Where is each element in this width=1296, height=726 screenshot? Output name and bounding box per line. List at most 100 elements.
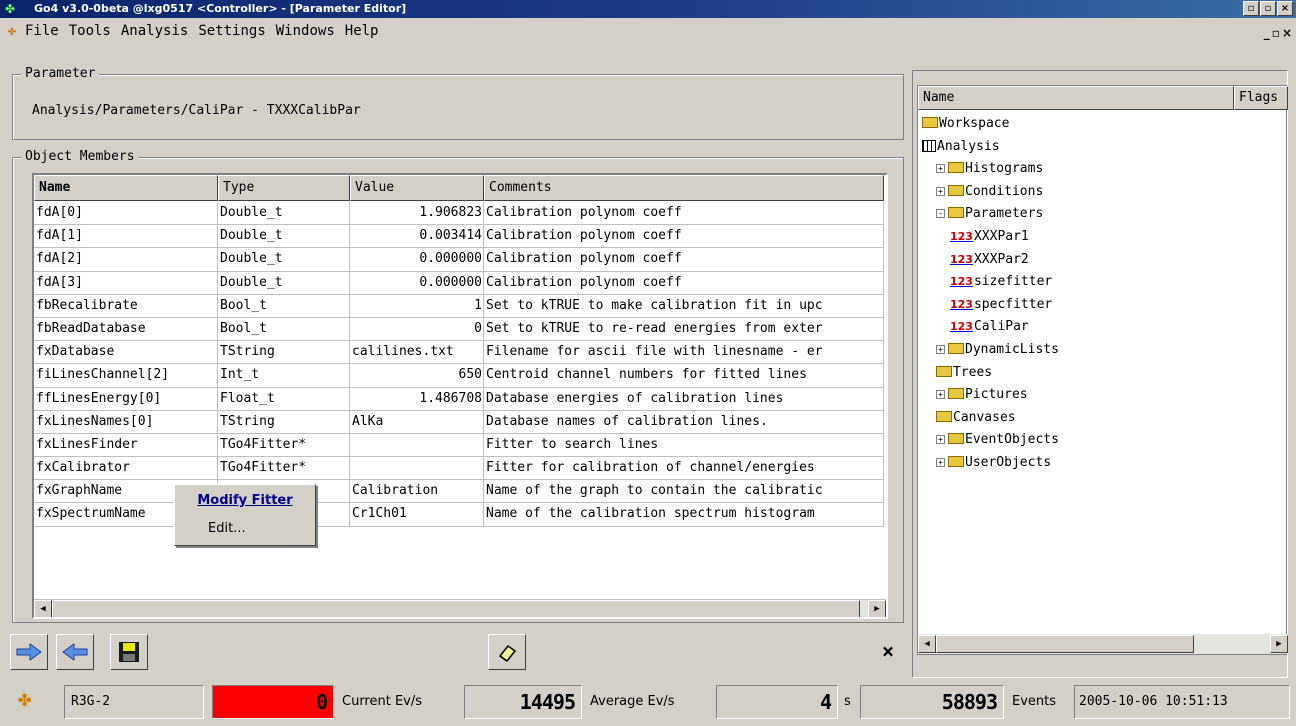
close-editor-icon[interactable]: × — [882, 636, 894, 666]
table-row[interactable]: fxLinesFinder TGo4Fitter* Fitter to search… — [34, 433, 884, 458]
minimize-button[interactable]: ▫ — [1243, 1, 1259, 16]
member-value-cell[interactable]: 1 — [350, 294, 484, 318]
member-value-cell[interactable] — [350, 457, 484, 481]
tree-scroll-thumb[interactable] — [936, 635, 1194, 653]
tree-item[interactable]: Workspace — [922, 113, 1009, 135]
table-row[interactable]: fbRecalibrate Bool_t 1 Set to kTRUE to make… — [34, 294, 884, 318]
expand-icon[interactable]: + — [936, 435, 945, 445]
datetime-field: 2005-10-06 10:51:13 — [1074, 685, 1290, 719]
seconds-label: s — [844, 694, 851, 709]
table-row[interactable]: fxLinesNames[0] TString AlKa Database names… — [34, 410, 884, 434]
table-row[interactable]: fbReadDatabase Bool_t 0 Set to kTRUE to re-… — [34, 317, 884, 342]
collapse-icon[interactable]: - — [936, 209, 945, 219]
table-row[interactable]: fxCalibrator TGo4Fitter* Fitter for calibr… — [34, 457, 884, 481]
tree-item[interactable]: + Conditions — [936, 181, 1043, 203]
col-type[interactable]: Type — [218, 175, 350, 201]
col-comments[interactable]: Comments — [484, 175, 884, 201]
table-row[interactable]: fdA[2] Double_t 0.000000 Calibration polyno… — [34, 248, 884, 272]
refresh-arrow-icon[interactable] — [56, 634, 94, 670]
tree-item[interactable]: 123specfitter — [950, 294, 1052, 316]
tree-item[interactable]: Canvases — [936, 407, 1016, 429]
object-browser: Name Flags Workspace Analysis + Histograms +… — [912, 70, 1288, 678]
tree-col-flags[interactable]: Flags — [1234, 86, 1288, 110]
mdi-close-button[interactable]: × — [1282, 22, 1292, 44]
go4-menu-icon[interactable]: ✤ — [8, 21, 16, 43]
col-value[interactable]: Value — [350, 175, 484, 201]
member-value-cell[interactable]: 0.000000 — [350, 248, 484, 272]
member-value-cell[interactable]: 650 — [350, 364, 484, 388]
scroll-thumb[interactable] — [52, 600, 860, 617]
clear-eraser-icon[interactable] — [488, 634, 526, 670]
table-row[interactable]: fdA[1] Double_t 0.003414 Calibration polyno… — [34, 225, 884, 249]
tree-item[interactable]: + EventObjects — [936, 429, 1059, 451]
close-window-button[interactable]: × — [1277, 1, 1293, 16]
member-value-cell[interactable] — [350, 433, 484, 458]
tree-col-name[interactable]: Name — [918, 86, 1234, 110]
menu-help[interactable]: Help — [345, 20, 379, 42]
tree-item[interactable]: - Parameters — [936, 203, 1043, 225]
table-row[interactable]: fxSpectrumNameTStringCr1Ch01Name of the … — [34, 503, 884, 527]
col-name[interactable]: Name — [34, 175, 218, 201]
menu-tools[interactable]: Tools — [69, 20, 111, 42]
menu-windows[interactable]: Windows — [276, 20, 335, 42]
member-value-cell[interactable]: AlKa — [350, 410, 484, 434]
parameter-name: Analysis/Parameters/CaliPar - TXXXCalibP… — [32, 103, 361, 118]
editor-toolbar: × — [8, 632, 906, 672]
events-count: 58893 — [860, 685, 1004, 719]
expand-icon[interactable]: + — [936, 458, 945, 467]
expand-icon[interactable]: + — [936, 186, 945, 196]
member-value-cell[interactable]: 1.906823 — [350, 202, 484, 226]
member-value-cell[interactable]: Calibration — [350, 480, 484, 504]
member-value-cell[interactable]: Cr1Ch01 — [350, 503, 484, 527]
tree-item[interactable]: 123sizefitter — [950, 271, 1052, 293]
menu-analysis[interactable]: Analysis — [121, 20, 188, 42]
table-row[interactable]: fdA[3] Double_t 0.000000 Calibration polyno… — [34, 271, 884, 295]
table-row[interactable]: ffLinesEnergy[0] Float_t 1.486708 Database … — [34, 387, 884, 411]
mdi-minimize-button[interactable]: _ — [1264, 22, 1270, 44]
apply-arrow-icon[interactable] — [10, 634, 48, 670]
member-value-cell[interactable]: 0.003414 — [350, 225, 484, 249]
horizontal-scrollbar[interactable]: ◀ ▶ — [34, 599, 886, 617]
tree-item[interactable]: + UserObjects — [936, 452, 1051, 474]
tree-item[interactable]: 123XXXPar2 — [950, 249, 1029, 271]
member-value-cell[interactable]: 0.000000 — [350, 271, 484, 295]
scroll-right-arrow[interactable]: ▶ — [868, 600, 886, 617]
tree-scroll-right-arrow[interactable]: ▶ — [1270, 635, 1288, 653]
member-comment-cell: Set to kTRUE to re-read energies from ex… — [484, 317, 884, 342]
expand-icon[interactable]: + — [936, 390, 945, 400]
table-header: Name Type Value Comments — [34, 175, 884, 201]
modify-fitter-menu-item[interactable]: Modify Fitter — [178, 489, 312, 513]
member-value-cell[interactable]: 1.486708 — [350, 387, 484, 411]
tree-item[interactable]: Trees — [936, 362, 992, 384]
tree-header: Name Flags — [918, 86, 1288, 110]
expand-icon[interactable]: + — [936, 345, 945, 354]
tree-item[interactable]: Analysis — [922, 136, 1000, 158]
table-row[interactable]: fxGraphNameTStringCalibrationName of the… — [34, 480, 884, 504]
member-name-cell: fbReadDatabase — [34, 317, 218, 342]
edit-menu-item[interactable]: Edit... — [178, 517, 312, 541]
folder-icon — [936, 365, 952, 377]
save-disk-icon[interactable] — [110, 634, 148, 670]
member-type-cell: TString — [218, 410, 350, 434]
scroll-left-arrow[interactable]: ◀ — [34, 600, 52, 617]
tree-item[interactable]: + Pictures — [936, 384, 1028, 406]
table-row[interactable]: fdA[0] Double_t 1.906823 Calibration polyno… — [34, 202, 884, 226]
tree-item[interactable]: 123CaliPar — [950, 316, 1029, 338]
member-name-cell: fdA[0] — [34, 202, 218, 226]
member-value-cell[interactable]: calilines.txt — [350, 341, 484, 365]
folder-icon — [948, 184, 964, 196]
tree-item[interactable]: + DynamicLists — [936, 339, 1059, 361]
expand-icon[interactable]: + — [936, 164, 945, 174]
tree-item[interactable]: + Histograms — [936, 158, 1043, 180]
maximize-button[interactable]: ▫ — [1260, 1, 1276, 16]
menu-file[interactable]: File — [25, 20, 59, 42]
table-row[interactable]: fxDatabase TString calilines.txt Filename f… — [34, 341, 884, 365]
tree-scroll-left-arrow[interactable]: ◀ — [918, 635, 936, 653]
member-value-cell[interactable]: 0 — [350, 317, 484, 342]
tree-horizontal-scrollbar[interactable]: ◀ ▶ — [918, 634, 1288, 654]
tree-item-label: XXXPar1 — [973, 229, 1029, 244]
mdi-restore-button[interactable]: ▫ — [1272, 22, 1280, 44]
table-row[interactable]: fiLinesChannel[2] Int_t 650 Centroid channe… — [34, 364, 884, 388]
menu-settings[interactable]: Settings — [198, 20, 265, 42]
tree-item[interactable]: 123XXXPar1 — [950, 226, 1029, 248]
